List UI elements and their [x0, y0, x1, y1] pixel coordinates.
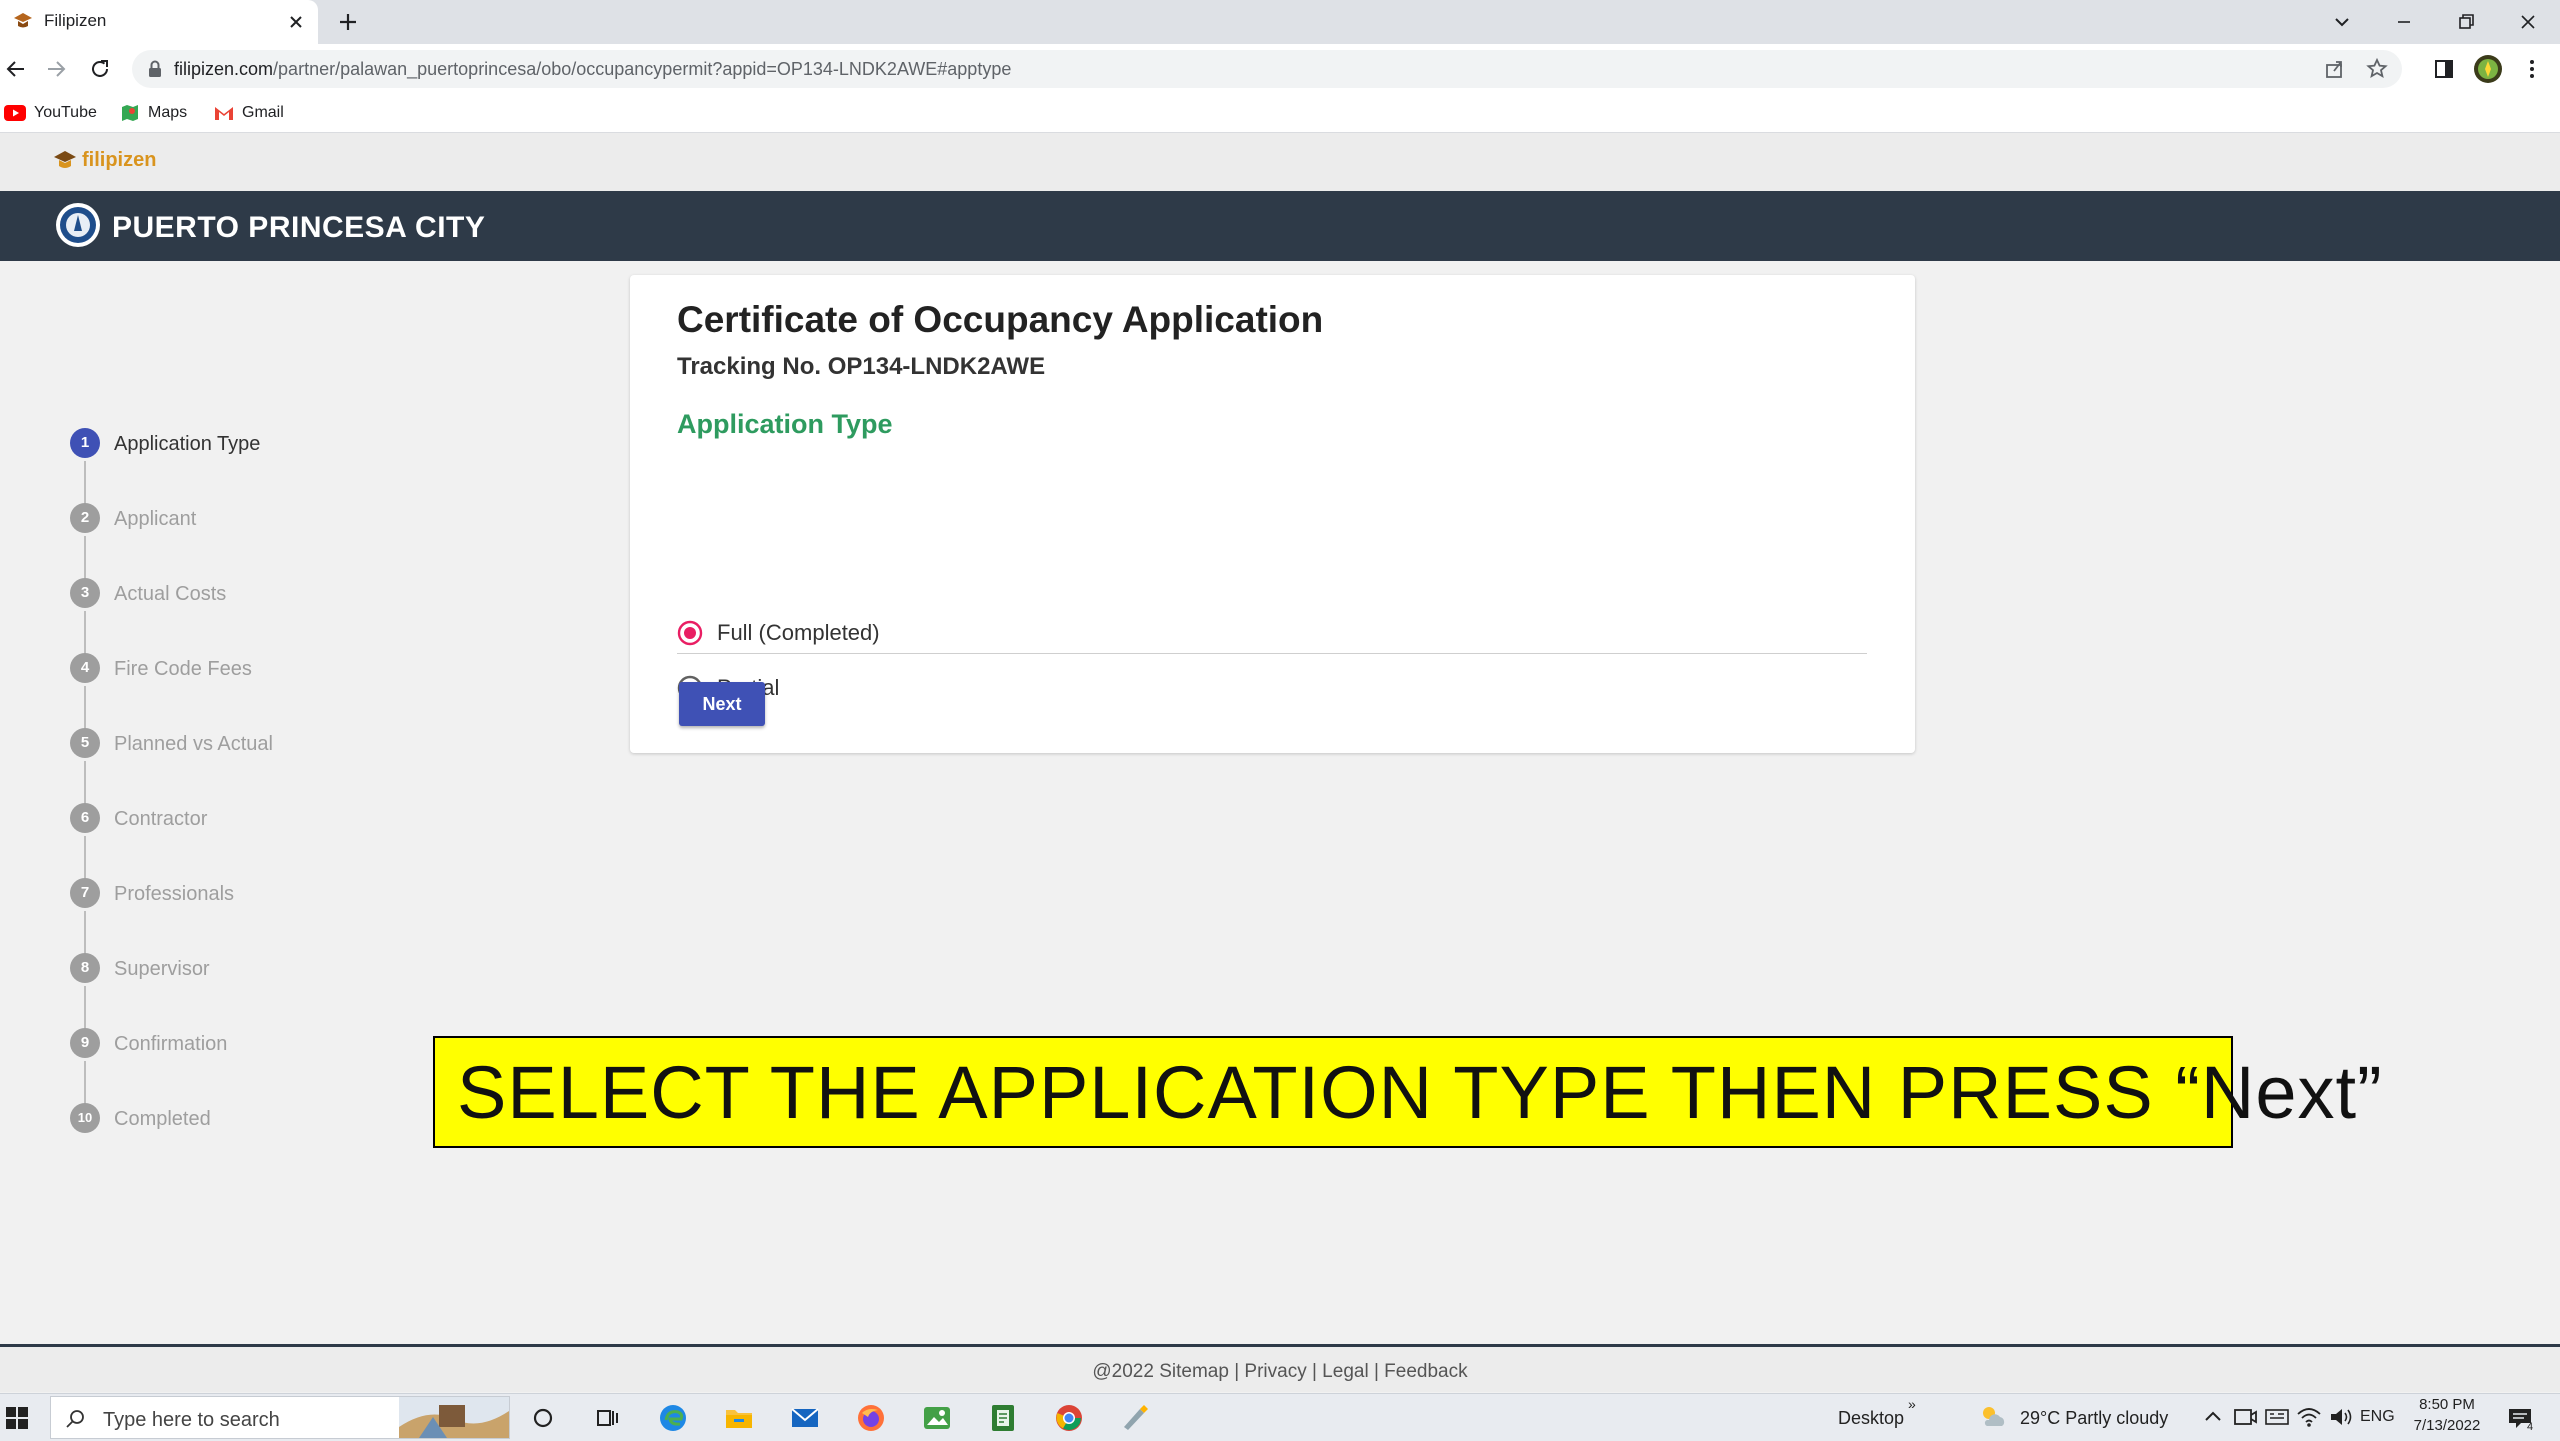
close-window-icon[interactable]: [2512, 6, 2544, 38]
instruction-banner: SELECT THE APPLICATION TYPE THEN PRESS “…: [433, 1036, 2382, 1148]
clock-time[interactable]: 8:50 PM: [2412, 1396, 2482, 1413]
step-connector: [84, 761, 86, 806]
mortarboard-icon: [52, 147, 78, 173]
task-view-icon[interactable]: [590, 1401, 624, 1435]
radio-selected-icon[interactable]: [677, 620, 703, 646]
wifi-icon[interactable]: [2294, 1402, 2324, 1432]
youtube-icon: [4, 105, 26, 121]
photos-app-icon[interactable]: [920, 1401, 954, 1435]
footer-links[interactable]: @2022 Sitemap | Privacy | Legal | Feedba…: [0, 1361, 2560, 1383]
step-connector: [84, 986, 86, 1031]
bookmarks-bar: YouTube Maps Gmail: [0, 94, 2560, 133]
city-header: PUERTO PRINCESA CITY: [0, 191, 2560, 261]
forward-arrow-icon[interactable]: [40, 53, 72, 85]
toolbar-overflow-icon[interactable]: »: [1908, 1396, 1916, 1412]
cortana-icon[interactable]: [526, 1401, 560, 1435]
brand-bar: filipizen: [0, 133, 2560, 191]
step-connector: [84, 836, 86, 881]
page-title: Certificate of Occupancy Application: [677, 299, 1324, 340]
search-highlight-art: [399, 1397, 509, 1438]
application-card: Certificate of Occupancy Application Tra…: [630, 275, 1915, 753]
bookmark-youtube[interactable]: YouTube: [4, 100, 97, 126]
reload-icon[interactable]: [84, 53, 116, 85]
minimize-icon[interactable]: [2388, 6, 2420, 38]
firefox-icon[interactable]: [854, 1401, 888, 1435]
divider: [677, 653, 1867, 654]
notes-app-icon[interactable]: [986, 1401, 1020, 1435]
notification-count-badge: 4: [2526, 1421, 2534, 1433]
section-title: Application Type: [677, 409, 893, 439]
tab-search-chevron-icon[interactable]: [2326, 6, 2358, 38]
radio-full-completed[interactable]: Full (Completed): [677, 618, 880, 648]
city-seal-icon: [54, 201, 102, 249]
maps-icon: [120, 103, 140, 123]
meet-now-icon[interactable]: [2230, 1402, 2260, 1432]
more-menu-icon[interactable]: [2516, 53, 2548, 85]
taskbar-search[interactable]: Type here to search: [50, 1396, 510, 1439]
clock-date[interactable]: 7/13/2022: [2404, 1417, 2490, 1434]
chevron-up-icon[interactable]: [2198, 1402, 2228, 1432]
profile-avatar[interactable]: [2472, 53, 2504, 85]
tab-title: Filipizen: [44, 11, 107, 30]
step-connector: [84, 911, 86, 956]
chrome-icon[interactable]: [1052, 1401, 1086, 1435]
search-icon: [65, 1409, 85, 1429]
next-button[interactable]: Next: [679, 682, 765, 726]
language-indicator[interactable]: ENG: [2360, 1408, 2395, 1426]
edge-icon[interactable]: [656, 1401, 690, 1435]
address-bar[interactable]: filipizen.com/partner/palawan_puertoprin…: [132, 50, 2402, 88]
weather-text[interactable]: 29°C Partly cloudy: [2020, 1408, 2168, 1429]
filipizen-favicon-icon: [12, 10, 34, 32]
step-connector: [84, 611, 86, 656]
volume-icon[interactable]: [2326, 1402, 2356, 1432]
side-panel-icon[interactable]: [2428, 53, 2460, 85]
gmail-icon: [214, 105, 234, 121]
input-method-icon[interactable]: [2262, 1402, 2292, 1432]
page-footer: @2022 Sitemap | Privacy | Legal | Feedba…: [0, 1344, 2560, 1392]
step-connector: [84, 536, 86, 581]
paint-app-icon[interactable]: [1118, 1401, 1152, 1435]
tab-strip: Filipizen: [0, 0, 2560, 44]
file-explorer-icon[interactable]: [722, 1401, 756, 1435]
close-tab-icon[interactable]: [284, 10, 308, 34]
filipizen-logo[interactable]: filipizen: [52, 147, 156, 173]
step-connector: [84, 461, 86, 506]
bookmark-star-icon[interactable]: [2364, 56, 2390, 82]
step-connector: [84, 1061, 86, 1106]
web-page: filipizen PUERTO PRINCESA CITY 1 Applica…: [0, 133, 2560, 1345]
back-arrow-icon[interactable]: [0, 53, 32, 85]
city-name: PUERTO PRINCESA CITY: [112, 211, 486, 244]
windows-taskbar: Type here to search Desktop » 29°C Partl…: [0, 1393, 2560, 1441]
url-text: filipizen.com/partner/palawan_puertoprin…: [174, 59, 1012, 79]
weather-partly-cloudy-icon[interactable]: [1978, 1402, 2008, 1432]
mail-icon[interactable]: [788, 1401, 822, 1435]
instruction-text: SELECT THE APPLICATION TYPE THEN PRESS “…: [457, 1051, 2383, 1134]
windows-start-icon[interactable]: [6, 1407, 28, 1429]
step-connector: [84, 686, 86, 731]
browser-toolbar: filipizen.com/partner/palawan_puertoprin…: [0, 44, 2560, 94]
new-tab-icon[interactable]: [334, 8, 362, 36]
desktop-toolbar-label[interactable]: Desktop: [1838, 1408, 1904, 1429]
browser-tab[interactable]: Filipizen: [0, 0, 318, 44]
restore-icon[interactable]: [2450, 6, 2482, 38]
search-placeholder: Type here to search: [103, 1409, 280, 1431]
tracking-number: Tracking No. OP134-LNDK2AWE: [677, 353, 1046, 380]
share-icon[interactable]: [2322, 56, 2348, 82]
lock-icon[interactable]: [146, 59, 164, 79]
bookmark-maps[interactable]: Maps: [120, 100, 187, 126]
bookmark-gmail[interactable]: Gmail: [214, 100, 284, 126]
